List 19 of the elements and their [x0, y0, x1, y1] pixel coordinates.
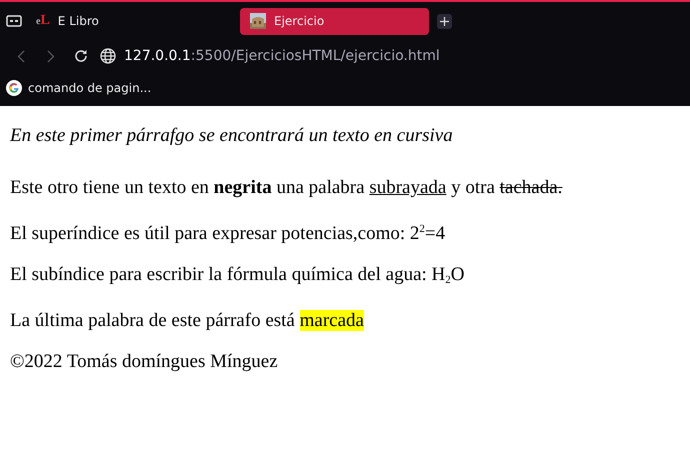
site-logo: eL: [36, 13, 50, 29]
browser-tab[interactable]: Ejercicio: [240, 8, 429, 34]
address-bar[interactable]: 127.0.0.1:5500/EjerciciosHTML/ejercicio.html: [124, 48, 440, 64]
paragraph: ©2022 Tomás domíngues Mínguez: [10, 351, 279, 373]
paragraph: La última palabra de este párrafo está marcada: [10, 310, 365, 332]
reload-icon[interactable]: [74, 49, 88, 63]
paragraph: En este primer párrafgo se encontrará un texto en cursiva: [10, 125, 454, 147]
plus-icon: [440, 16, 449, 26]
paragraph: El subíndice para escribir la fórmula química del agua: H$_{2}$O: [10, 264, 466, 288]
paragraph: El superíndice es útil para expresar potencias,como: 2$^{2}$=4: [10, 222, 446, 245]
globe-icon: [100, 48, 116, 64]
paragraph: Este otro tiene un texto en negrita una palabra subrayada y otra tachada.: [10, 177, 564, 199]
bookmark[interactable]: comando de pagin...: [6, 80, 152, 96]
tab-manager-icon[interactable]: [6, 15, 22, 27]
google-logo-icon: [6, 80, 22, 96]
new-tab-button[interactable]: [437, 14, 452, 28]
forward-icon[interactable]: [47, 50, 55, 62]
back-icon[interactable]: [17, 50, 25, 62]
browser-tab[interactable]: eL E Libro: [26, 8, 216, 34]
